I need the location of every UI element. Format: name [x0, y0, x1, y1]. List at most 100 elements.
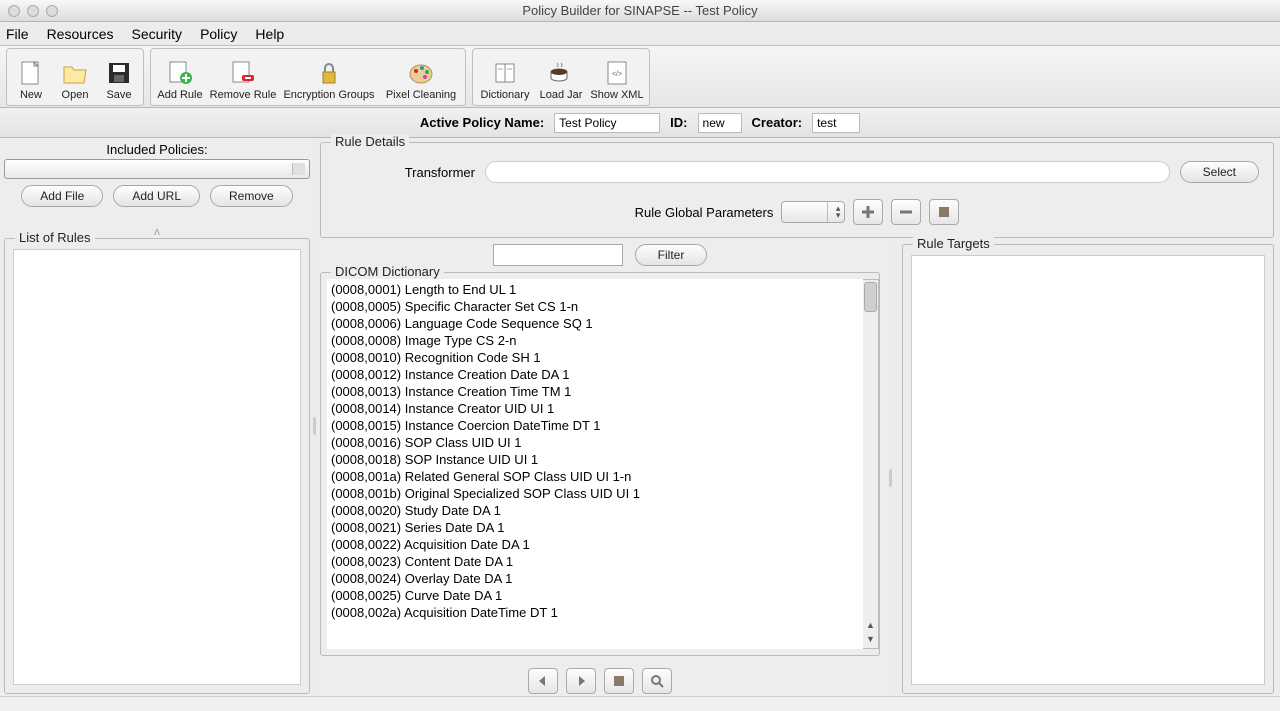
included-policies-label: Included Policies:: [4, 142, 310, 157]
remove-policy-button[interactable]: Remove: [210, 185, 293, 207]
square-icon: [936, 204, 952, 220]
id-input[interactable]: [698, 113, 742, 133]
titlebar: Policy Builder for SINAPSE -- Test Polic…: [0, 0, 1280, 22]
floppy-disk-icon: [105, 60, 133, 86]
inspect-button[interactable]: [642, 668, 672, 694]
menu-help[interactable]: Help: [255, 26, 284, 42]
xml-document-icon: </>: [603, 60, 631, 86]
dictionary-button[interactable]: Dictionary: [475, 51, 535, 103]
dictionary-row[interactable]: (0008,0010) Recognition Code SH 1: [331, 349, 859, 366]
pixel-cleaning-button[interactable]: Pixel Cleaning: [379, 51, 463, 103]
scroll-down-icon[interactable]: ▼: [863, 634, 878, 648]
book-icon: [491, 60, 519, 86]
dictionary-filter-input[interactable]: [493, 244, 623, 266]
dictionary-row[interactable]: (0008,0022) Acquisition Date DA 1: [331, 536, 859, 553]
dictionary-row[interactable]: (0008,0025) Curve Date DA 1: [331, 587, 859, 604]
window-controls: [0, 5, 58, 17]
minimize-window-icon[interactable]: [27, 5, 39, 17]
scroll-up-icon[interactable]: ▲: [863, 620, 878, 634]
dictionary-row[interactable]: (0008,0018) SOP Instance UID UI 1: [331, 451, 859, 468]
encryption-groups-label: Encryption Groups: [283, 89, 374, 101]
dicom-dictionary-legend: DICOM Dictionary: [331, 264, 444, 279]
list-of-rules-panel: List of Rules: [4, 238, 310, 694]
stop-button[interactable]: [604, 668, 634, 694]
open-button[interactable]: Open: [53, 51, 97, 103]
menubar: File Resources Security Policy Help: [0, 22, 1280, 46]
edit-param-button[interactable]: [929, 199, 959, 225]
rule-targets-list[interactable]: [911, 255, 1265, 685]
toolbar: New Open Save Add Rule Remove Rule: [0, 46, 1280, 108]
dictionary-row[interactable]: (0008,0023) Content Date DA 1: [331, 553, 859, 570]
menu-resources[interactable]: Resources: [47, 26, 114, 42]
dictionary-row[interactable]: (0008,0024) Overlay Date DA 1: [331, 570, 859, 587]
rule-targets-legend: Rule Targets: [913, 236, 994, 251]
move-right-button[interactable]: [566, 668, 596, 694]
rules-list[interactable]: [13, 249, 301, 685]
dictionary-row[interactable]: (0008,0012) Instance Creation Date DA 1: [331, 366, 859, 383]
add-url-button[interactable]: Add URL: [113, 185, 200, 207]
remove-rule-icon: [229, 60, 257, 86]
dictionary-row[interactable]: (0008,0008) Image Type CS 2-n: [331, 332, 859, 349]
dictionary-row[interactable]: (0008,0001) Length to End UL 1: [331, 281, 859, 298]
infobar: Active Policy Name: ID: Creator:: [0, 108, 1280, 138]
list-of-rules-legend: List of Rules: [15, 230, 95, 245]
transformer-input[interactable]: [485, 161, 1170, 183]
menu-security[interactable]: Security: [131, 26, 182, 42]
transformer-label: Transformer: [335, 165, 475, 180]
dictionary-row[interactable]: (0008,0021) Series Date DA 1: [331, 519, 859, 536]
filter-button[interactable]: Filter: [635, 244, 708, 266]
select-transformer-button[interactable]: Select: [1180, 161, 1259, 183]
policy-name-input[interactable]: [554, 113, 660, 133]
zoom-window-icon[interactable]: [46, 5, 58, 17]
creator-input[interactable]: [812, 113, 860, 133]
policy-name-label: Active Policy Name:: [420, 115, 544, 130]
left-panel: Included Policies: ▴▾ Add File Add URL R…: [0, 138, 312, 696]
add-file-button[interactable]: Add File: [21, 185, 103, 207]
dictionary-row[interactable]: (0008,0020) Study Date DA 1: [331, 502, 859, 519]
dictionary-row[interactable]: (0008,0016) SOP Class UID UI 1: [331, 434, 859, 451]
dictionary-scrollbar[interactable]: ▲ ▼: [863, 279, 879, 649]
vertical-splitter-right[interactable]: [888, 244, 894, 694]
arrow-right-icon: [573, 674, 589, 688]
menu-file[interactable]: File: [6, 26, 29, 42]
show-xml-button[interactable]: </> Show XML: [587, 51, 647, 103]
close-window-icon[interactable]: [8, 5, 20, 17]
dictionary-row[interactable]: (0008,001a) Related General SOP Class UI…: [331, 468, 859, 485]
add-param-button[interactable]: [853, 199, 883, 225]
dictionary-row[interactable]: (0008,0005) Specific Character Set CS 1-…: [331, 298, 859, 315]
load-jar-button[interactable]: Load Jar: [535, 51, 587, 103]
pixel-cleaning-label: Pixel Cleaning: [386, 89, 456, 101]
toolbar-group-file: New Open Save: [6, 48, 144, 106]
scrollbar-thumb[interactable]: [864, 282, 877, 312]
new-file-icon: [17, 60, 45, 86]
window-title: Policy Builder for SINAPSE -- Test Polic…: [0, 3, 1280, 18]
add-rule-icon: [166, 60, 194, 86]
menu-policy[interactable]: Policy: [200, 26, 237, 42]
vertical-splitter-left[interactable]: [312, 138, 318, 696]
new-button[interactable]: New: [9, 51, 53, 103]
remove-rule-button[interactable]: Remove Rule: [207, 51, 279, 103]
rule-targets-panel: Rule Targets: [902, 244, 1274, 694]
global-params-combo[interactable]: ▴▾: [781, 201, 845, 223]
remove-param-button[interactable]: [891, 199, 921, 225]
creator-label: Creator:: [752, 115, 803, 130]
targets-column: Rule Targets: [902, 244, 1274, 694]
dictionary-list[interactable]: (0008,0001) Length to End UL 1(0008,0005…: [327, 279, 863, 649]
included-policies-combo[interactable]: ▴▾: [4, 159, 310, 179]
add-rule-label: Add Rule: [157, 89, 202, 101]
open-label: Open: [62, 89, 89, 101]
dictionary-row[interactable]: (0008,0014) Instance Creator UID UI 1: [331, 400, 859, 417]
dicom-dictionary-panel: DICOM Dictionary (0008,0001) Length to E…: [320, 272, 880, 656]
dictionary-row[interactable]: (0008,002a) Acquisition DateTime DT 1: [331, 604, 859, 621]
add-rule-button[interactable]: Add Rule: [153, 51, 207, 103]
stop-icon: [612, 674, 626, 688]
dictionary-row[interactable]: (0008,0006) Language Code Sequence SQ 1: [331, 315, 859, 332]
dictionary-label: Dictionary: [481, 89, 530, 101]
save-button[interactable]: Save: [97, 51, 141, 103]
encryption-groups-button[interactable]: Encryption Groups: [279, 51, 379, 103]
dictionary-row[interactable]: (0008,0015) Instance Coercion DateTime D…: [331, 417, 859, 434]
dictionary-row[interactable]: (0008,001b) Original Specialized SOP Cla…: [331, 485, 859, 502]
svg-text:</>: </>: [612, 71, 622, 78]
move-left-button[interactable]: [528, 668, 558, 694]
dictionary-row[interactable]: (0008,0013) Instance Creation Time TM 1: [331, 383, 859, 400]
